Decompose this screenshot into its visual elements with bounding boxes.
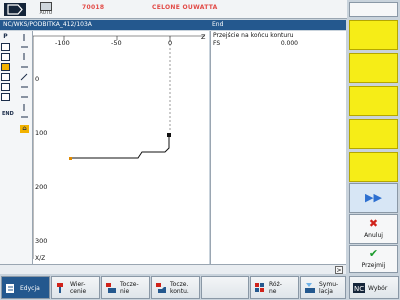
svg-text:NC: NC [354, 285, 364, 293]
contour-turning-icon [156, 283, 166, 293]
end-element-icon[interactable]: ⌂ [20, 125, 29, 133]
softkey-contour-turning[interactable]: Tocze. kontu. [151, 276, 200, 299]
line-up-icon[interactable] [20, 33, 28, 41]
x-tick-label: 0 [168, 39, 173, 47]
axes-label: X/Z [35, 255, 46, 262]
contour-path [70, 135, 170, 159]
status-line: > [0, 264, 346, 274]
softkey-empty[interactable] [201, 276, 249, 299]
status-bar: AUTO 70018 CELONE OUWATTA [0, 0, 400, 19]
softkey-label: Wybór [368, 285, 388, 292]
end-point-marker [167, 133, 171, 137]
end-label[interactable]: END [2, 111, 14, 117]
y-tick-label: 0 [35, 75, 40, 83]
line-left-icon[interactable] [20, 113, 28, 121]
softkey-simulation[interactable]: Symu- lacja [300, 276, 346, 299]
accept-label: Przejmij [361, 262, 386, 269]
vsoftkey-5[interactable] [349, 152, 398, 182]
vsoftkey-1[interactable] [349, 20, 398, 50]
channel-arrow-icon[interactable] [4, 3, 26, 16]
line-left-icon[interactable] [20, 83, 28, 91]
param-description: Przejście na końcu konturu [213, 32, 294, 39]
cancel-label: Anuluj [364, 232, 383, 239]
softkey-misc[interactable]: Róż- ne [250, 276, 299, 299]
x-tick-label: -100 [55, 39, 70, 47]
softkey-select[interactable]: NC Wybór [349, 276, 399, 299]
softkey-label: Symu- lacja [319, 281, 339, 295]
horizontal-softkey-bar: Edycja Wier- cenie Tocze- nie Tocze. kon… [0, 274, 400, 300]
softkey-label: Róż- ne [269, 281, 282, 295]
line-diagonal-icon[interactable] [20, 73, 28, 81]
softkey-label: Tocze- nie [120, 281, 139, 295]
x-tick-label: -50 [111, 39, 122, 47]
element-icon-selected[interactable] [1, 63, 10, 71]
drill-icon [57, 283, 63, 293]
line-left-icon[interactable] [20, 43, 28, 51]
softkey-label: Tocze. kontu. [170, 281, 189, 295]
edit-icon [6, 284, 14, 293]
element-icon[interactable] [1, 93, 10, 101]
cancel-icon: ✖ [368, 217, 379, 230]
vsoftkey-top[interactable] [349, 2, 398, 17]
element-icon[interactable] [1, 53, 10, 61]
axis-label: Z [201, 33, 206, 41]
line-down-icon[interactable] [20, 53, 28, 61]
softkey-turning[interactable]: Tocze- nie [101, 276, 150, 299]
contour-graphic: -100 -50 0 Z 0 100 200 300 X/Z [33, 31, 209, 264]
program-title-bar: NC/WKS/PODBITKA_412/103A End [0, 20, 346, 30]
param-screen-title: End [212, 21, 224, 28]
line-up-icon[interactable] [20, 103, 28, 111]
accept-button[interactable]: ✔ Przejmij [349, 245, 398, 273]
y-tick-label: 200 [35, 183, 48, 191]
misc-icon [255, 283, 264, 292]
vsoftkey-2[interactable] [349, 53, 398, 83]
mode-icon [40, 2, 52, 11]
element-icon[interactable] [1, 43, 10, 51]
vertical-softkey-bar: ▶▶ ✖ Anuluj ✔ Przejmij [347, 0, 400, 274]
line-left-icon[interactable] [20, 63, 28, 71]
mode-label: AUTO [39, 11, 53, 16]
softkey-label: Edycja [20, 285, 40, 292]
mode-indicator: AUTO [36, 2, 56, 18]
vsoftkey-3[interactable] [349, 86, 398, 116]
line-left-icon[interactable] [20, 93, 28, 101]
fs-input[interactable]: 0.000 [228, 40, 300, 48]
checkmark-icon: ✔ [368, 247, 379, 260]
param-label: FS [213, 40, 221, 47]
y-tick-label: 300 [35, 237, 48, 245]
softkey-drilling[interactable]: Wier- cenie [51, 276, 100, 299]
p-label: P [3, 33, 8, 40]
vsoftkey-4[interactable] [349, 119, 398, 149]
program-path: NC/WKS/PODBITKA_412/103A [3, 21, 92, 28]
forward-icon: ▶▶ [365, 191, 382, 204]
alarm-text: CELONE OUWATTA [152, 4, 218, 11]
contour-element-strip: P END ⌂ [0, 31, 33, 264]
more-button[interactable]: > [335, 266, 343, 274]
parameter-panel: Przejście na końcu konturu FS 0.000 [210, 31, 346, 264]
simulation-icon [305, 283, 315, 293]
element-icon[interactable] [1, 83, 10, 91]
softkey-edit[interactable]: Edycja [1, 276, 50, 299]
y-tick-label: 100 [35, 129, 48, 137]
element-icon[interactable] [1, 73, 10, 81]
softkey-label: Wier- cenie [70, 281, 87, 295]
nc-icon: NC [353, 283, 365, 293]
vsoftkey-forward[interactable]: ▶▶ [349, 183, 398, 213]
alarm-number: 70018 [82, 4, 105, 11]
param-row: FS 0.000 [213, 40, 345, 48]
turning-icon [106, 283, 116, 293]
start-point-marker [69, 157, 72, 160]
cancel-button[interactable]: ✖ Anuluj [349, 214, 398, 244]
